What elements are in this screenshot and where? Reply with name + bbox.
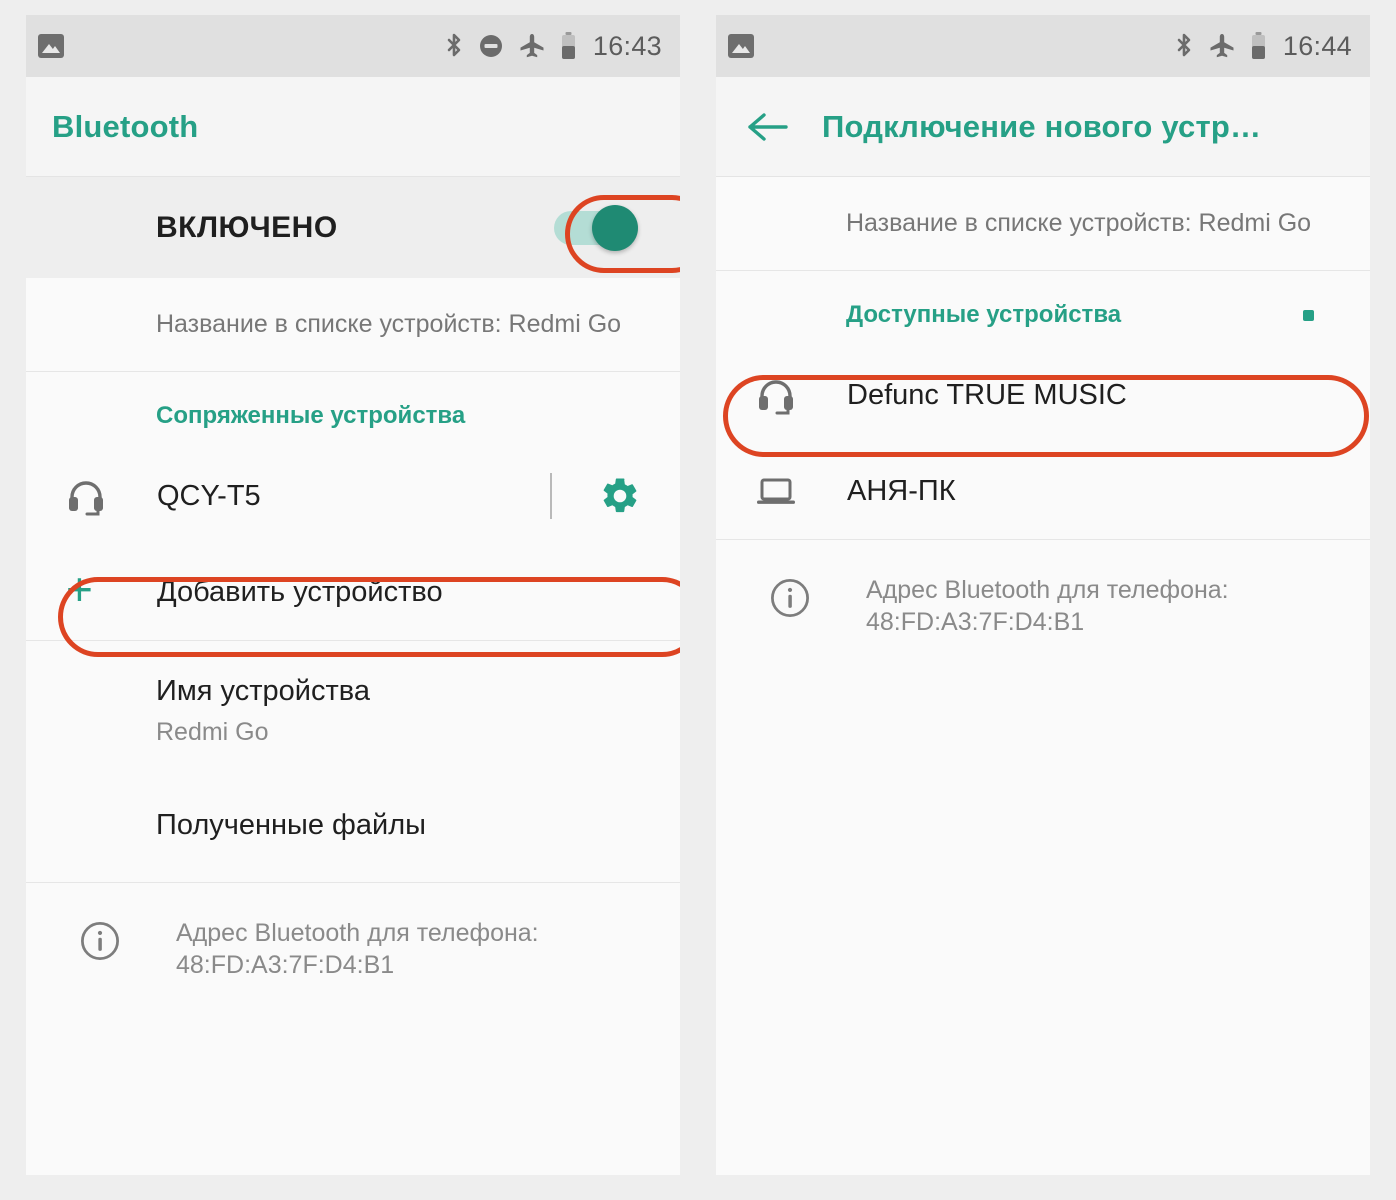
arrow-left-icon[interactable]	[738, 98, 796, 156]
device-name-value: Redmi Go	[156, 718, 269, 746]
info-icon	[768, 576, 816, 625]
available-device-row[interactable]: АНЯ-ПК	[716, 443, 1370, 539]
right-device-name-notice-card: Название в списке устройств: Redmi Go	[716, 177, 1370, 271]
paired-devices-card: Сопряженные устройства QCY-T5 + Добавить…	[26, 372, 680, 641]
laptop-icon	[754, 469, 814, 513]
right-bluetooth-address-card: Адрес Bluetooth для телефона: 48:FD:A3:7…	[716, 540, 1370, 672]
toggle-thumb	[592, 204, 638, 251]
available-section-header: Доступные устройства	[846, 301, 1122, 328]
airplane-mode-icon	[518, 33, 546, 59]
bluetooth-address-row: Адрес Bluetooth для телефона: 48:FD:A3:7…	[26, 883, 680, 1015]
left-bluetooth-address-card: Адрес Bluetooth для телефона: 48:FD:A3:7…	[26, 883, 680, 1015]
gallery-icon	[38, 34, 64, 58]
gallery-icon	[728, 34, 754, 58]
left-phone-screen: 16:43 Bluetooth ВКЛЮЧЕНО Название в спис…	[26, 15, 680, 1175]
available-section-header-row: Доступные устройства	[716, 271, 1370, 347]
status-clock: 16:43	[592, 30, 662, 61]
do-not-disturb-icon	[478, 33, 504, 59]
status-left-group	[38, 34, 64, 58]
paired-section-header: Сопряженные устройства	[156, 402, 466, 429]
left-appbar: Bluetooth	[26, 77, 680, 177]
plus-icon: +	[66, 563, 93, 615]
bluetooth-toggle-label: ВКЛЮЧЕНО	[156, 210, 338, 244]
right-appbar: Подключение нового устр…	[716, 77, 1370, 177]
gear-icon[interactable]	[590, 466, 650, 526]
divider	[550, 473, 552, 519]
bluetooth-address-value: 48:FD:A3:7F:D4:B1	[176, 951, 395, 979]
device-name-notice: Название в списке устройств: Redmi Go	[846, 209, 1312, 237]
available-device-row[interactable]: Defunc TRUE MUSIC	[716, 347, 1370, 443]
device-name-notice: Название в списке устройств: Redmi Go	[156, 310, 622, 338]
status-clock: 16:44	[1282, 30, 1352, 61]
paired-device-actions	[550, 466, 654, 526]
right-phone-screen: 16:44 Подключение нового устр… Название …	[716, 15, 1370, 1175]
bluetooth-address-label: Адрес Bluetooth для телефона:	[866, 576, 1229, 604]
left-status-bar: 16:43	[26, 15, 680, 77]
headset-icon	[754, 373, 814, 417]
bluetooth-address-text: Адрес Bluetooth для телефона: 48:FD:A3:7…	[126, 917, 539, 981]
paired-device-row[interactable]: QCY-T5	[26, 448, 680, 544]
received-files-item[interactable]: Полученные файлы	[26, 777, 680, 882]
add-device-label: Добавить устройство	[157, 575, 443, 608]
available-device-name: Defunc TRUE MUSIC	[847, 378, 1127, 411]
airplane-mode-icon	[1208, 33, 1236, 59]
bluetooth-address-text: Адрес Bluetooth для телефона: 48:FD:A3:7…	[816, 574, 1229, 638]
add-device-row[interactable]: + Добавить устройство	[26, 544, 680, 640]
device-name-item[interactable]: Имя устройства Redmi Go	[26, 641, 680, 777]
bluetooth-address-value: 48:FD:A3:7F:D4:B1	[866, 608, 1085, 636]
scanning-dot-icon	[1303, 309, 1314, 321]
bluetooth-address-row: Адрес Bluetooth для телефона: 48:FD:A3:7…	[716, 540, 1370, 672]
battery-icon	[1250, 32, 1267, 60]
bluetooth-address-label: Адрес Bluetooth для телефона:	[176, 919, 539, 947]
screenshot-pair: 16:43 Bluetooth ВКЛЮЧЕНО Название в спис…	[0, 0, 1396, 1200]
left-device-name-notice-card: Название в списке устройств: Redmi Go	[26, 278, 680, 372]
right-status-bar: 16:44	[716, 15, 1370, 77]
status-right-group: 16:43	[444, 31, 662, 62]
headset-icon	[64, 474, 124, 518]
paired-device-name: QCY-T5	[157, 479, 261, 512]
info-icon	[78, 919, 126, 968]
available-devices-card: Доступные устройства Defunc TRUE MUSIC А…	[716, 271, 1370, 540]
left-settings-card: Имя устройства Redmi Go Полученные файлы	[26, 641, 680, 883]
bluetooth-toggle-switch[interactable]	[546, 203, 646, 253]
bluetooth-icon	[1174, 32, 1194, 60]
available-device-name: АНЯ-ПК	[847, 474, 956, 507]
status-right-group: 16:44	[1174, 31, 1352, 62]
bluetooth-toggle-row[interactable]: ВКЛЮЧЕНО	[26, 177, 680, 278]
page-title: Подключение нового устр…	[822, 108, 1262, 144]
device-name-title: Имя устройства	[156, 675, 370, 707]
status-left-group	[728, 34, 754, 58]
page-title: Bluetooth	[52, 108, 199, 144]
battery-icon	[560, 32, 577, 60]
bluetooth-icon	[444, 32, 464, 60]
